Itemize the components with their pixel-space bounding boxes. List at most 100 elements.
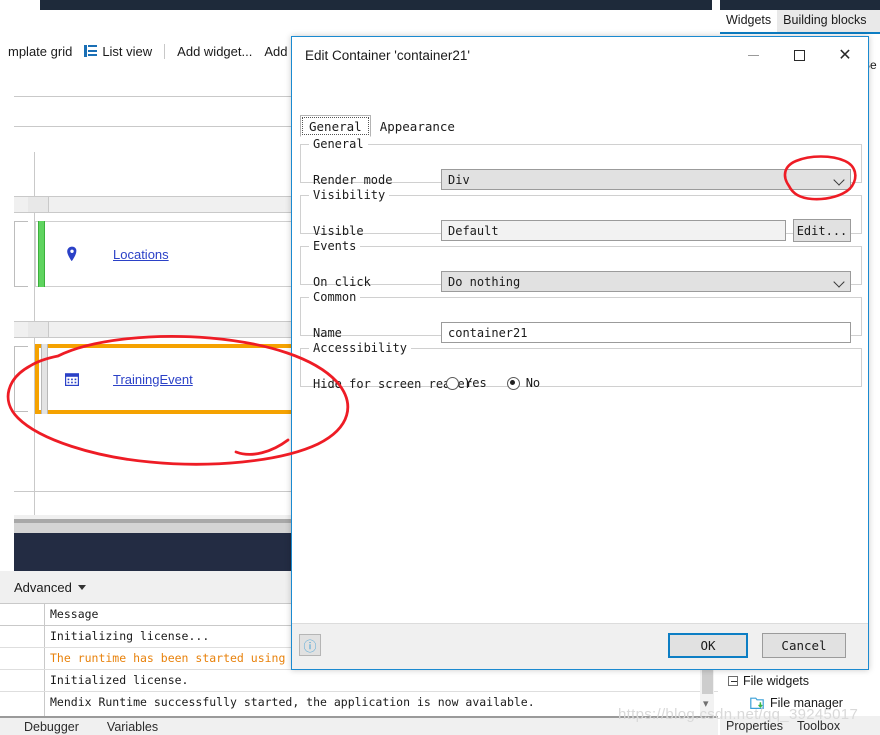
toolbar-item-add-widget[interactable]: Add widget... (177, 44, 252, 59)
ok-button[interactable]: OK (668, 633, 748, 658)
tab-toolbox[interactable]: Toolbox (797, 719, 840, 733)
dock-tab-building-blocks-label: Building blocks (783, 13, 867, 27)
minimize-button[interactable] (730, 37, 776, 73)
list-view-icon (84, 45, 98, 58)
cancel-button-label: Cancel (781, 638, 827, 653)
chevron-down-icon (833, 174, 845, 186)
console-tabstrip: Debugger Variables (0, 716, 718, 735)
label-on-click: On click (313, 275, 371, 289)
visible-field[interactable]: Default (441, 220, 786, 241)
name-value: container21 (448, 325, 528, 340)
label-render-mode: Render mode (313, 173, 393, 187)
log-message: Mendix Runtime successfully started, the… (50, 695, 535, 709)
tab-properties[interactable]: Properties (726, 719, 783, 733)
collapse-icon[interactable] (728, 676, 738, 686)
radio-no-label: No (525, 376, 541, 390)
name-input[interactable]: container21 (441, 322, 851, 343)
dock-tab-building-blocks[interactable]: Building blocks (777, 10, 872, 32)
render-mode-select[interactable]: Div (441, 169, 851, 190)
group-visibility: Visibility Visible Default Edit... (300, 188, 862, 242)
screen-root: Widgets Building blocks mplate grid List… (0, 0, 880, 735)
toolbox-item-file-manager[interactable]: File manager (728, 692, 880, 714)
label-name: Name (313, 326, 342, 340)
tab-variables[interactable]: Variables (107, 720, 158, 734)
tab-general[interactable]: General (300, 115, 371, 137)
file-manager-icon (750, 697, 764, 709)
widget-link-trainingevent[interactable]: TrainingEvent (113, 372, 193, 387)
chevron-down-icon[interactable]: ▾ (703, 697, 709, 710)
chevron-down-icon[interactable] (77, 584, 86, 590)
group-accessibility-legend: Accessibility (313, 341, 407, 355)
group-common: Common Name container21 (300, 290, 862, 343)
log-message: The runtime has been started using a tri (50, 651, 327, 665)
toolbox-group-file-widgets[interactable]: File widgets (728, 670, 880, 692)
log-message: Initialized license. (50, 673, 189, 687)
dock-tabs: Widgets Building blocks (720, 10, 880, 34)
ide-top-bar (0, 0, 880, 10)
chevron-down-icon (833, 276, 845, 288)
widget-row-accent-green (38, 221, 45, 287)
group-events: Events On click Do nothing (300, 239, 862, 292)
autofill-gutter-cell (28, 322, 49, 337)
edit-container-dialog: Edit Container 'container21' ✕ General A… (291, 36, 869, 670)
dialog-footer: ⓘ OK Cancel (292, 623, 868, 669)
toolbox-group-label: File widgets (743, 674, 809, 688)
radio-yes-label: Yes (465, 376, 487, 390)
toolbar-item-add[interactable]: Add (264, 44, 287, 59)
toolbox-scrollbar-thumb[interactable] (702, 670, 713, 694)
toolbar-item-list-view[interactable]: List view (84, 44, 152, 59)
visibility-edit-label: Edit... (796, 223, 848, 238)
help-icon: ⓘ (303, 638, 317, 654)
dialog-body: General Appearance General Render mode D… (292, 73, 868, 623)
widget-link-locations[interactable]: Locations (113, 247, 169, 262)
dock-tab-widgets[interactable]: Widgets (720, 10, 778, 32)
toolbar-item-list-view-label: List view (102, 44, 153, 59)
ide-top-bar-left-gap (0, 0, 40, 10)
group-common-legend: Common (313, 290, 357, 304)
minimize-icon (747, 54, 759, 56)
group-events-legend: Events (313, 239, 357, 253)
autofill-gutter-cell (28, 197, 49, 212)
radio-yes[interactable] (446, 376, 459, 390)
dock-tab-widgets-label: Widgets (726, 13, 772, 27)
hide-for-screen-reader-radios: Yes No (446, 376, 554, 390)
location-pin-icon (67, 246, 77, 262)
dialog-window-buttons: ✕ (730, 37, 868, 73)
cancel-button[interactable]: Cancel (762, 633, 846, 658)
widget-row-accent-gray (41, 344, 48, 414)
group-accessibility: Accessibility Hide for screen reader Yes… (300, 341, 862, 391)
radio-no[interactable] (506, 376, 520, 390)
maximize-icon (793, 49, 805, 61)
table-row[interactable]: Initialized license. (0, 670, 718, 692)
visible-value: Default (448, 223, 499, 238)
maximize-button[interactable] (776, 37, 822, 73)
close-icon: ✕ (838, 45, 852, 64)
dialog-title: Edit Container 'container21' (305, 47, 471, 63)
tab-appearance-label: Appearance (379, 119, 455, 134)
row-handle-bracket-1[interactable] (14, 221, 28, 287)
toolbar-item-template-grid[interactable]: mplate grid (8, 44, 72, 59)
group-visibility-legend: Visibility (313, 188, 386, 202)
ok-button-label: OK (700, 638, 716, 653)
table-row[interactable]: Mendix Runtime successfully started, the… (0, 692, 718, 714)
log-column-header-message: Message (50, 607, 99, 621)
tab-appearance[interactable]: Appearance (371, 115, 464, 137)
toolbar-item-template-grid-label: mplate grid (8, 44, 73, 59)
tab-general-label: General (309, 119, 362, 134)
log-message: Initializing license... (50, 629, 210, 643)
group-general: General Render mode Div (300, 137, 862, 190)
help-button[interactable]: ⓘ (299, 634, 321, 656)
toolbox-item-label: File manager (770, 696, 843, 710)
render-mode-value: Div (448, 172, 470, 187)
tab-debugger[interactable]: Debugger (24, 720, 79, 734)
label-visible: Visible (313, 224, 364, 238)
toolbar-item-add-label: Add (264, 44, 288, 59)
toolbar-separator (164, 44, 166, 59)
group-general-legend: General (313, 137, 364, 151)
dock-bottom-tabstrip: Properties Toolbox (720, 716, 880, 735)
console-advanced-label[interactable]: Advanced (14, 580, 72, 595)
close-button[interactable]: ✕ (822, 37, 868, 73)
row-handle-bracket-2[interactable] (14, 346, 28, 412)
dialog-titlebar[interactable]: Edit Container 'container21' ✕ (292, 37, 868, 73)
on-click-select[interactable]: Do nothing (441, 271, 851, 292)
